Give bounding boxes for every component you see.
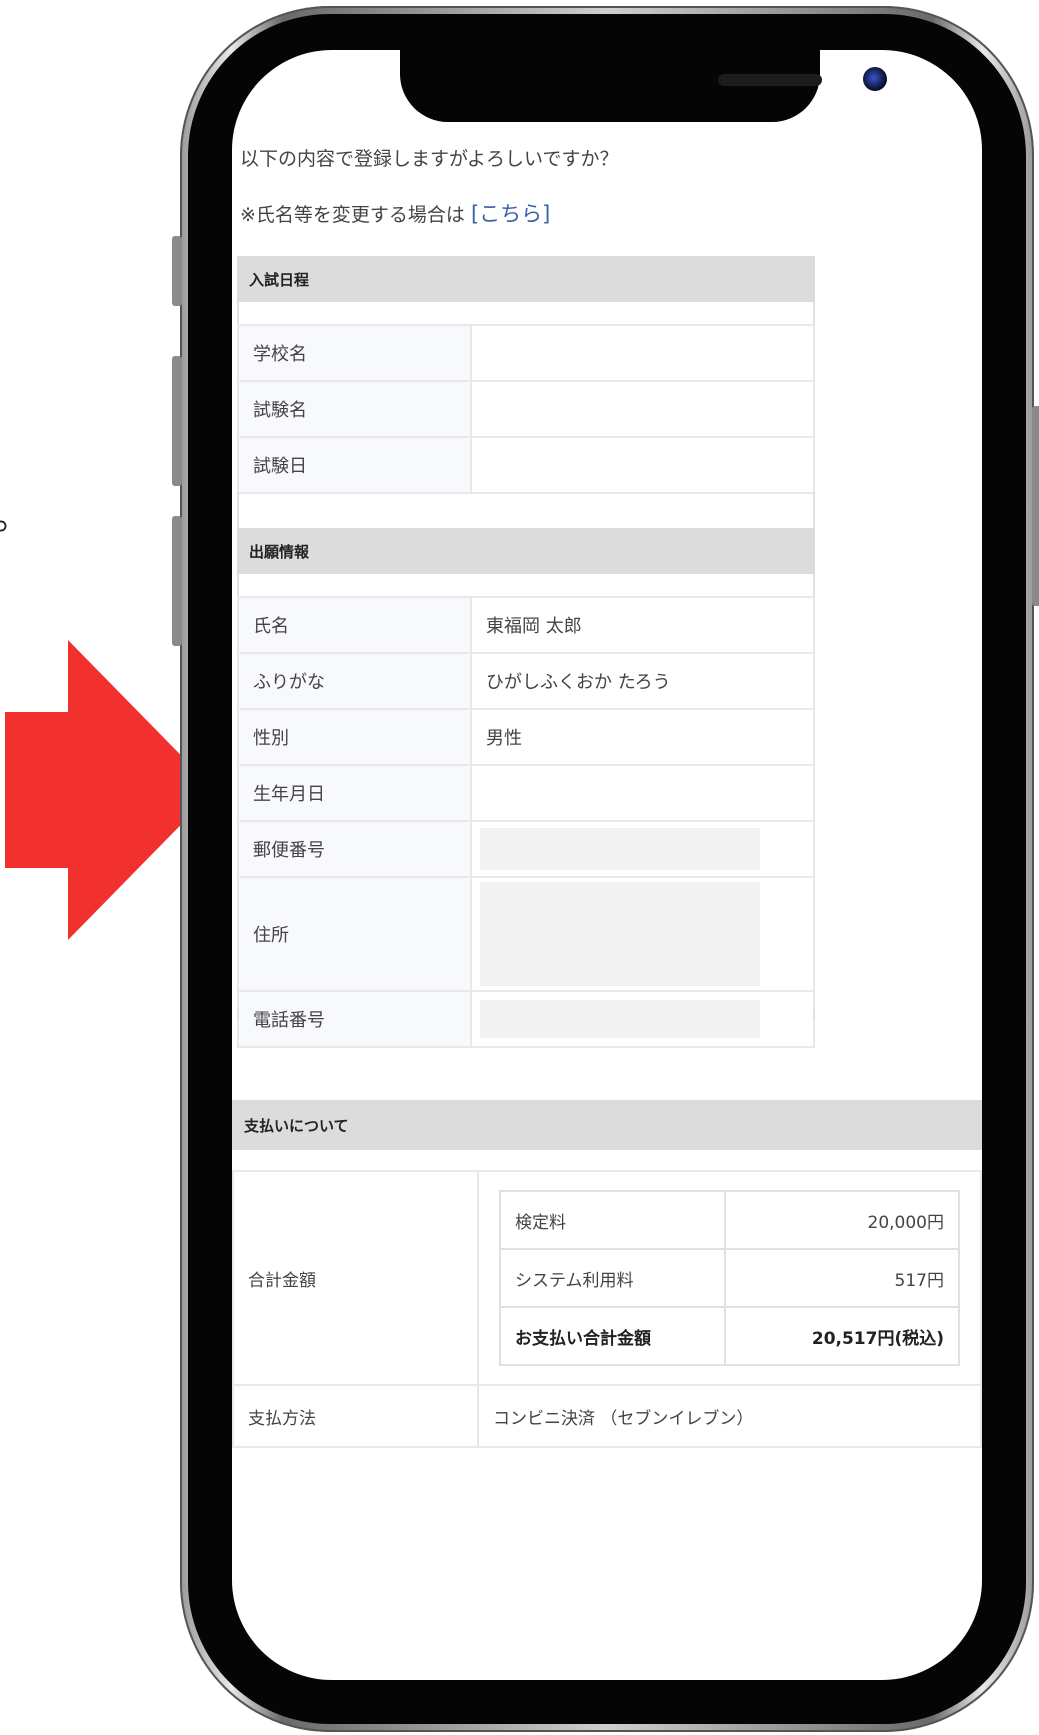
exam-date-label: 試験日 xyxy=(237,436,472,494)
screenshot-stage: 。 以下の内容で登録しますがよろしいですか？ ※氏名等を変更する場合は [こちら… xyxy=(0,0,1039,1735)
table-row: 性別 男性 xyxy=(237,708,815,766)
application-frame-bottom xyxy=(237,1010,815,1020)
full-name-value: 東福岡 太郎 xyxy=(470,596,815,654)
exam-name-value xyxy=(470,380,815,438)
power-button xyxy=(1032,406,1039,606)
system-fee-amount: 517円 xyxy=(724,1248,960,1308)
fee-breakdown-table: 検定料 20,000円 システム利用料 517円 お支払い合計金額 20,517… xyxy=(499,1190,960,1366)
schedule-frame xyxy=(237,302,815,326)
gender-label: 性別 xyxy=(237,708,472,766)
payment-total-label: お支払い合計金額 xyxy=(499,1306,726,1366)
table-row: 合計金額 検定料 20,000円 システム利用料 517円 お支払い合計金額 2… xyxy=(232,1170,982,1386)
postal-code-label: 郵便番号 xyxy=(237,820,472,878)
school-name-label: 学校名 xyxy=(237,324,472,382)
payment-method-value: コンビニ決済 （セブンイレブン） xyxy=(477,1384,982,1448)
furigana-value: ひがしふくおか たろう xyxy=(470,652,815,710)
phone-frame: 以下の内容で登録しますがよろしいですか？ ※氏名等を変更する場合は [こちら] … xyxy=(172,6,1039,1732)
system-fee-label: システム利用料 xyxy=(499,1248,726,1308)
payment-section-header: 支払いについて xyxy=(232,1100,982,1150)
gender-value: 男性 xyxy=(470,708,815,766)
exam-fee-amount: 20,000円 xyxy=(724,1190,960,1250)
table-row: 郵便番号 xyxy=(237,820,815,878)
redacted-address xyxy=(480,882,760,986)
table-row: 支払方法 コンビニ決済 （セブンイレブン） xyxy=(232,1384,982,1448)
volume-up-button xyxy=(172,356,182,486)
exam-name-label: 試験名 xyxy=(237,380,472,438)
postal-code-value xyxy=(470,820,815,878)
table-row: 氏名 東福岡 太郎 xyxy=(237,596,815,654)
table-row: 検定料 20,000円 xyxy=(499,1190,960,1250)
table-row: 試験名 xyxy=(237,380,815,438)
mute-switch xyxy=(172,236,182,306)
total-amount-label: 合計金額 xyxy=(232,1170,479,1386)
table-row: 住所 xyxy=(237,876,815,992)
payment-method-label: 支払方法 xyxy=(232,1384,479,1448)
table-row: 試験日 xyxy=(237,436,815,494)
exam-date-value xyxy=(470,436,815,494)
birthdate-label: 生年月日 xyxy=(237,764,472,822)
schedule-section-header: 入試日程 xyxy=(237,256,815,302)
full-name-label: 氏名 xyxy=(237,596,472,654)
application-table: 氏名 東福岡 太郎 ふりがな ひがしふくおか たろう 性別 男性 生年月日 郵便… xyxy=(237,596,815,1048)
exam-fee-label: 検定料 xyxy=(499,1190,726,1250)
address-value xyxy=(470,876,815,992)
schedule-frame-bottom xyxy=(237,492,815,528)
front-camera-icon xyxy=(863,67,887,91)
application-frame xyxy=(237,574,815,598)
table-row: 学校名 xyxy=(237,324,815,382)
birthdate-value xyxy=(470,764,815,822)
volume-down-button xyxy=(172,516,182,646)
total-amount-cell: 検定料 20,000円 システム利用料 517円 お支払い合計金額 20,517… xyxy=(477,1170,982,1386)
change-name-note-text: ※氏名等を変更する場合は xyxy=(240,204,471,226)
table-row: 生年月日 xyxy=(237,764,815,822)
change-name-link[interactable]: [こちら] xyxy=(471,202,550,226)
speaker-grille xyxy=(718,74,822,86)
payment-table: 合計金額 検定料 20,000円 システム利用料 517円 お支払い合計金額 2… xyxy=(232,1170,982,1448)
schedule-table: 学校名 試験名 試験日 xyxy=(237,324,815,494)
phone-screen: 以下の内容で登録しますがよろしいですか？ ※氏名等を変更する場合は [こちら] … xyxy=(232,50,982,1680)
change-name-note: ※氏名等を変更する場合は [こちら] xyxy=(240,198,550,228)
payment-total-amount: 20,517円(税込) xyxy=(724,1306,960,1366)
address-label: 住所 xyxy=(237,876,472,992)
edge-glyph: 。 xyxy=(0,500,30,536)
phone-notch xyxy=(400,50,887,122)
confirm-message: 以下の内容で登録しますがよろしいですか？ xyxy=(240,148,619,170)
redacted-postal-code xyxy=(480,828,760,870)
application-section-header: 出願情報 xyxy=(237,528,815,574)
school-name-value xyxy=(470,324,815,382)
table-row: ふりがな ひがしふくおか たろう xyxy=(237,652,815,710)
furigana-label: ふりがな xyxy=(237,652,472,710)
table-row: お支払い合計金額 20,517円(税込) xyxy=(499,1306,960,1366)
table-row: システム利用料 517円 xyxy=(499,1248,960,1308)
